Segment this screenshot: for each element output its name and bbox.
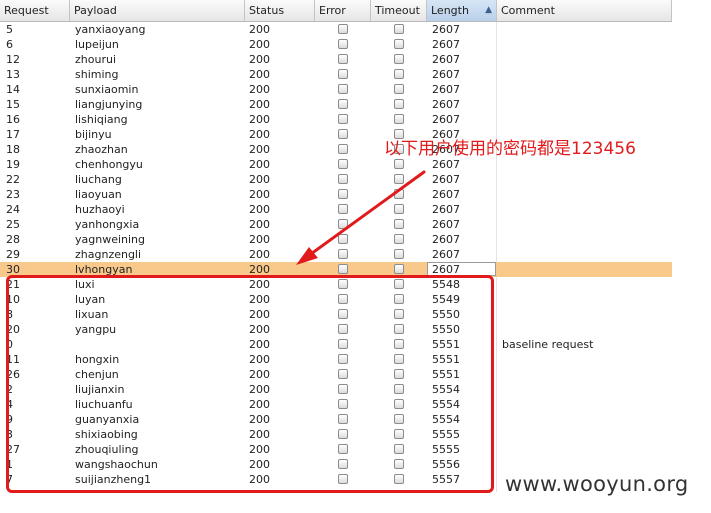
watermark-text: www.wooyun.org [505, 472, 689, 496]
annotation-arrow-icon [296, 170, 426, 265]
annotation-text: 以下用户使用的密码都是123456 [384, 139, 636, 159]
